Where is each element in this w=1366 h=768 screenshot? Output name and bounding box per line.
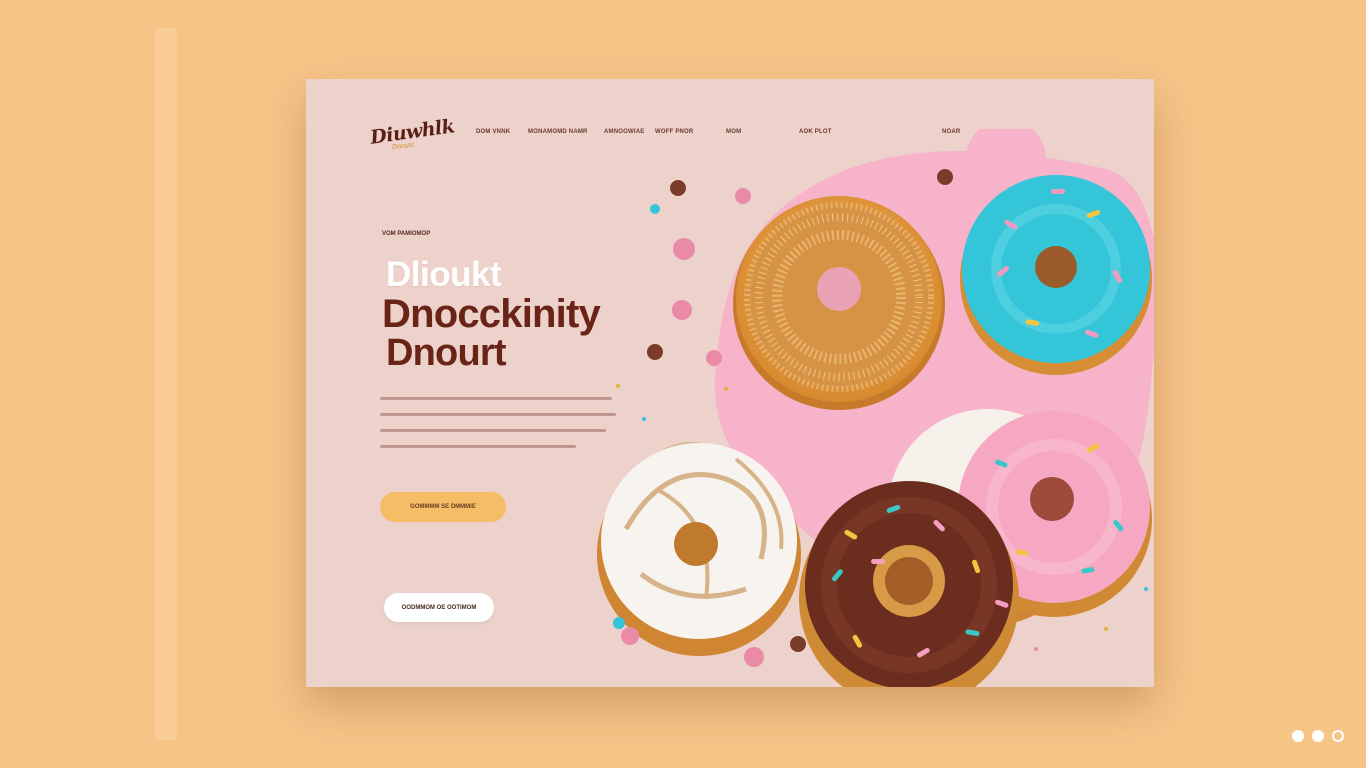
hero-body-text (380, 397, 620, 461)
candy (613, 617, 625, 629)
pager-dot-2[interactable] (1312, 730, 1324, 742)
body-text-line (380, 445, 576, 448)
candy (735, 188, 751, 204)
candy (672, 300, 692, 320)
body-text-line (380, 429, 606, 432)
pager-dot-1[interactable] (1292, 730, 1304, 742)
candy (670, 180, 686, 196)
body-text-line (380, 397, 612, 400)
candy (647, 344, 663, 360)
candy (621, 627, 639, 645)
nav-item-1[interactable]: DOM VNNK (476, 129, 510, 135)
secondary-cta-button[interactable]: OODMMOM OE OOTIMOM (384, 593, 494, 622)
hero-title-line-3: Dnourt (386, 332, 507, 374)
body-text-line (380, 413, 616, 416)
carousel-pager (1292, 730, 1344, 742)
background-side-panel (155, 28, 177, 740)
white-donut-body (597, 443, 801, 656)
hero-eyebrow: VOM PAMIOMOP (382, 231, 431, 237)
logo-subtext: Donuts (391, 141, 415, 152)
nav-item-2[interactable]: MONAMOMD NAMR (528, 129, 588, 135)
candy (673, 238, 695, 260)
candy (744, 647, 764, 667)
primary-cta-button[interactable]: GOMMMM SE DMMMIE (380, 492, 506, 522)
pager-dot-3[interactable] (1332, 730, 1344, 742)
candy (937, 169, 953, 185)
landing-page-preview: Diuwhlk Donuts DOM VNNK MONAMOMD NAMR AM… (306, 79, 1154, 687)
hero-title-line-1: Dlioukt (386, 255, 502, 294)
blue-glazed-donut (960, 175, 1152, 375)
donut-illustration (597, 129, 1154, 687)
sprinkle-donut (733, 196, 945, 410)
hero-title-line-2: Dnocckinity (382, 292, 601, 336)
candy (790, 636, 806, 652)
candy (706, 350, 722, 366)
candy (650, 204, 660, 214)
